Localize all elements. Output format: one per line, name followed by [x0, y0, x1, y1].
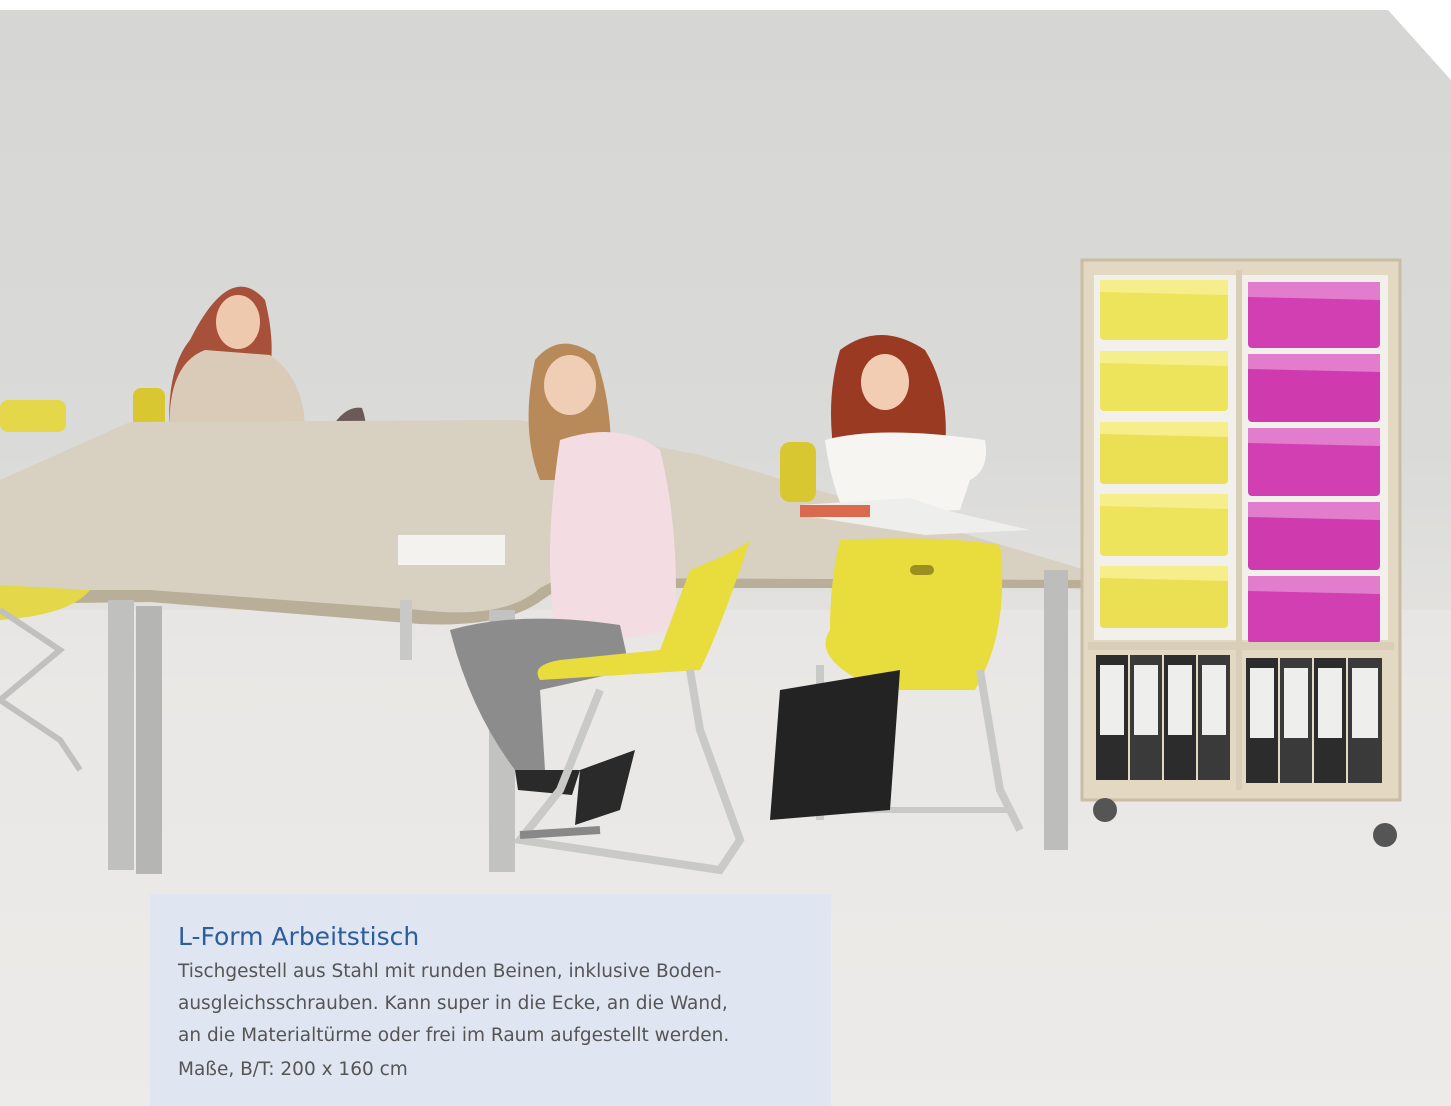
product-caption: L-Form Arbeitstisch Tischgestell aus Sta… — [150, 894, 831, 1106]
magenta-bins — [1248, 282, 1380, 644]
chair-far-left — [0, 400, 66, 432]
student-right — [825, 335, 986, 515]
yellow-bins — [1100, 280, 1228, 628]
product-description-line-3: an die Materialtürme oder frei im Raum a… — [178, 1025, 730, 1046]
product-title: L-Form Arbeitstisch — [178, 922, 420, 951]
product-description-line-1: Tischgestell aus Stahl mit runden Beinen… — [178, 961, 722, 982]
material-tower — [1080, 258, 1402, 847]
product-description-line-2: ausgleichsschrauben. Kann super in die E… — [178, 993, 728, 1014]
product-dimensions: Maße, B/T: 200 x 160 cm — [178, 1059, 408, 1080]
student-left — [169, 286, 305, 440]
